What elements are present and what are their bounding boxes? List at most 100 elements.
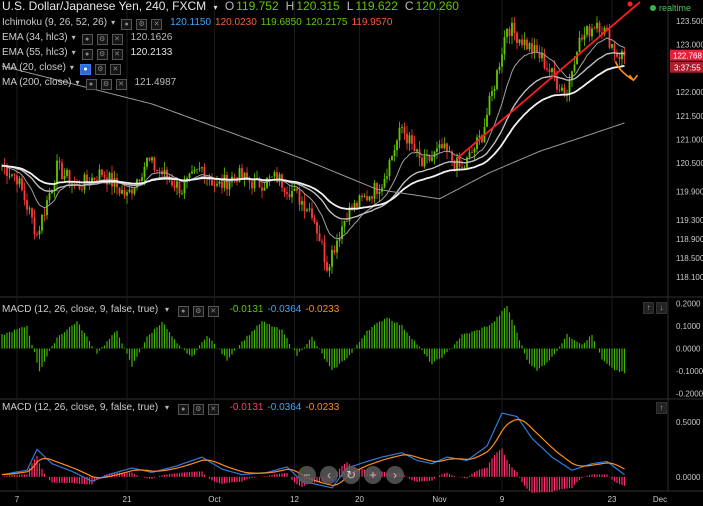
candle-body [561, 87, 563, 91]
visibility-icon[interactable]: ● [81, 49, 93, 60]
macd1-dropdown-icon[interactable]: ▾ [165, 305, 169, 314]
zoom-out-icon[interactable]: − [298, 466, 316, 484]
indicator-dropdown-icon[interactable]: ▾ [72, 33, 76, 42]
time-tick-label: Dec [653, 495, 667, 504]
candle-body [216, 183, 218, 186]
candle-body [383, 178, 386, 188]
candle-body [126, 192, 128, 196]
realtime-dot-icon [649, 5, 656, 11]
ohlc-values: O 119.752 H 120.315 L 119.622 C 120.260 [225, 0, 466, 13]
candle-body [241, 168, 243, 179]
macd1-legend: MACD (12, 26, close, 9, false, true) ▾ ●… [2, 304, 347, 317]
pane-collapse-up-icon[interactable]: ↑ [643, 302, 654, 314]
chart-canvas: 123.500123.000122.500122.000121.500121.0… [0, 0, 703, 504]
candle-body [338, 239, 341, 241]
visibility-icon[interactable]: ● [177, 306, 189, 317]
pane2-collapse-up-icon[interactable]: ↑ [656, 402, 667, 414]
close-icon[interactable]: ✕ [111, 34, 123, 45]
candle-body [416, 149, 418, 152]
visibility-icon[interactable]: ● [79, 64, 91, 75]
candle-body [368, 196, 371, 201]
macd1-values: -0.0131 -0.0364 -0.0233 [230, 304, 344, 315]
settings-icon[interactable]: ⚙ [100, 79, 112, 90]
symbol-title[interactable]: U.S. Dollar/Japanese Yen, 240, FXCM [2, 0, 206, 13]
candle-body [343, 220, 346, 227]
close-icon[interactable]: ✕ [207, 404, 219, 415]
candle-body [173, 185, 176, 188]
macd2-value: -0.0233 [305, 402, 340, 413]
symbol-dropdown-icon[interactable]: ▾ [213, 3, 217, 12]
candle-body [376, 182, 378, 194]
candle-body [618, 56, 621, 60]
chart-title-bar: U.S. Dollar/Japanese Yen, 240, FXCM ▾ O1… [2, 0, 470, 14]
indicator-label[interactable]: EMA (34, hlc3) [2, 32, 68, 43]
settings-icon[interactable]: ⚙ [94, 64, 106, 75]
candle-body [431, 157, 433, 161]
candle-body [573, 64, 576, 72]
settings-icon[interactable]: ⚙ [96, 49, 108, 60]
close-icon[interactable]: ✕ [109, 64, 121, 75]
visibility-icon[interactable]: ● [121, 19, 133, 30]
indicator-dropdown-icon[interactable]: ▾ [111, 18, 115, 27]
indicator-label[interactable]: Ichimoku (9, 26, 52, 26) [2, 17, 107, 28]
zoom-in-icon[interactable]: + [364, 466, 382, 484]
candle-body [436, 148, 438, 152]
macd2-dropdown-icon[interactable]: ▾ [165, 403, 169, 412]
settings-icon[interactable]: ⚙ [192, 306, 204, 317]
close-icon[interactable]: ✕ [115, 79, 127, 90]
candle-body [563, 87, 566, 94]
countdown-label: 3:37:55 [674, 64, 701, 73]
price-tick-label: 123.000 [676, 41, 703, 50]
candle-body [196, 169, 198, 170]
scroll-right-icon[interactable]: › [386, 466, 404, 484]
candle-body [283, 187, 286, 193]
close-icon[interactable]: ✕ [207, 306, 219, 317]
close-icon[interactable]: ✕ [111, 49, 123, 60]
forecast-arrowhead [628, 74, 639, 82]
candle-body [178, 181, 181, 194]
indicator-dropdown-icon[interactable]: ▾ [70, 63, 74, 72]
macd2-legend: MACD (12, 26, close, 9, false, true) ▾ ●… [2, 402, 347, 415]
candle-body [271, 176, 273, 178]
settings-icon[interactable]: ⚙ [192, 404, 204, 415]
candle-body [558, 89, 561, 91]
candle-body [513, 22, 516, 33]
candle-body [321, 241, 323, 243]
price-tick-label: 118.500 [676, 254, 703, 263]
indicator-label[interactable]: MA (20, close) [2, 62, 66, 73]
candle-body [131, 189, 133, 194]
candle-body [191, 171, 193, 174]
candle-body [438, 144, 441, 149]
candle-body [366, 196, 368, 201]
macd1-tick-label: 0.1000 [676, 322, 701, 331]
ohlc-value: 119.752 [236, 0, 279, 13]
scroll-left-icon[interactable]: ‹ [320, 466, 338, 484]
macd1-tick-label: -0.1000 [676, 367, 703, 376]
settings-icon[interactable]: ⚙ [96, 34, 108, 45]
macd1-label[interactable]: MACD (12, 26, close, 9, false, true) [2, 304, 158, 315]
indicator-dropdown-icon[interactable]: ▾ [75, 78, 79, 87]
macd2-label[interactable]: MACD (12, 26, close, 9, false, true) [2, 402, 158, 413]
indicator-label[interactable]: MA (200, close) [2, 77, 71, 88]
candle-body [56, 160, 58, 184]
close-icon[interactable]: ✕ [151, 19, 163, 30]
visibility-icon[interactable]: ● [85, 79, 97, 90]
candle-body [303, 201, 306, 211]
reset-chart-icon[interactable]: ↻ [342, 466, 360, 484]
visibility-icon[interactable]: ● [81, 34, 93, 45]
macd2-tick-label: 0.0000 [676, 473, 701, 482]
indicator-value: 119.6850 [260, 17, 302, 28]
candle-body [146, 157, 148, 167]
candle-body [188, 173, 191, 179]
settings-icon[interactable]: ⚙ [136, 19, 148, 30]
indicator-label[interactable]: EMA (55, hlc3) [2, 47, 68, 58]
indicator-dropdown-icon[interactable]: ▾ [72, 48, 76, 57]
pane-collapse-down-icon[interactable]: ↓ [656, 302, 667, 314]
time-tick-label: 7 [15, 495, 20, 504]
price-tick-label: 118.900 [676, 235, 703, 244]
candle-body [461, 166, 463, 168]
candle-body [446, 143, 448, 153]
candle-body [396, 140, 398, 151]
visibility-icon[interactable]: ● [177, 404, 189, 415]
candle-body [81, 189, 83, 190]
